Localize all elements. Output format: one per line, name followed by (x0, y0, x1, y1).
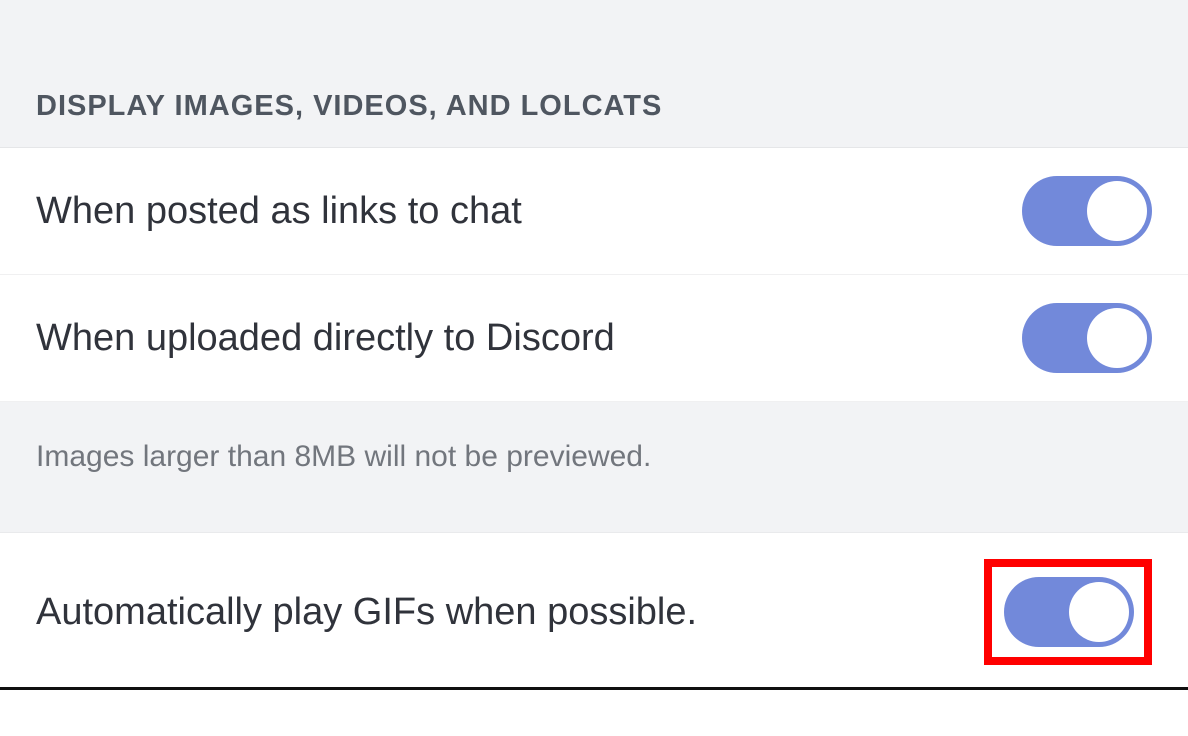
settings-note: Images larger than 8MB will not be previ… (0, 402, 1188, 533)
setting-row-autoplay-gifs: Automatically play GIFs when possible. (0, 533, 1188, 690)
toggle-uploaded-directly[interactable] (1022, 303, 1152, 373)
toggle-autoplay-gifs[interactable] (1004, 577, 1134, 647)
toggle-knob-icon (1069, 582, 1129, 642)
highlight-annotation (984, 559, 1152, 665)
settings-section-header: DISPLAY IMAGES, VIDEOS, AND LOLCATS (0, 0, 1188, 148)
toggle-knob-icon (1087, 308, 1147, 368)
setting-label-uploaded: When uploaded directly to Discord (36, 317, 615, 360)
setting-label-links: When posted as links to chat (36, 190, 522, 233)
toggle-knob-icon (1087, 181, 1147, 241)
setting-row-uploaded: When uploaded directly to Discord (0, 275, 1188, 402)
toggle-posted-as-links[interactable] (1022, 176, 1152, 246)
setting-row-links: When posted as links to chat (0, 148, 1188, 275)
setting-label-autoplay-gifs: Automatically play GIFs when possible. (36, 591, 984, 634)
